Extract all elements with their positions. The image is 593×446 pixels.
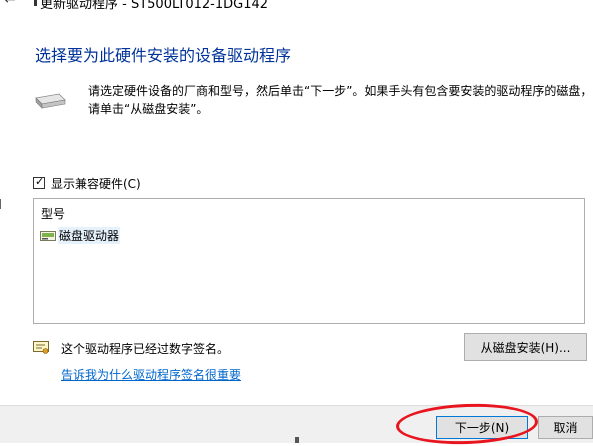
window-title: 更新驱动程序 - ST500LT012-1DG142 bbox=[40, 0, 269, 10]
device-icon bbox=[34, 0, 37, 6]
disk-drive-icon bbox=[35, 93, 66, 109]
certificate-icon bbox=[33, 341, 49, 354]
title-bar: ← 更新驱动程序 - ST500LT012-1DG142 bbox=[0, 0, 593, 10]
compatible-hardware-checkbox[interactable]: ✓ bbox=[33, 175, 45, 189]
page-heading: 选择要为此硬件安装的设备驱动程序 bbox=[35, 46, 292, 65]
footer-mark bbox=[295, 437, 299, 443]
signing-info-link[interactable]: 告诉我为什么驱动程序签名很重要 bbox=[61, 366, 241, 383]
model-listbox[interactable]: 型号 磁盘驱动器 bbox=[33, 198, 585, 324]
instruction-line-1: 请选定硬件设备的厂商和型号，然后单击“下一步”。如果手头有包含要安装的驱动程序的… bbox=[88, 84, 593, 98]
compatible-hardware-option[interactable]: ✓ 显示兼容硬件(C) bbox=[33, 175, 141, 191]
disk-drive-item-icon bbox=[40, 230, 56, 241]
cancel-button[interactable]: 取消 bbox=[538, 416, 593, 439]
dialog-footer: 下一步(N) 取消 bbox=[0, 405, 593, 443]
signature-status-text: 这个驱动程序已经过数字签名。 bbox=[61, 342, 230, 356]
have-disk-button[interactable]: 从磁盘安装(H)... bbox=[464, 333, 587, 361]
list-item[interactable]: 磁盘驱动器 bbox=[40, 227, 121, 244]
model-column-header: 型号 bbox=[41, 207, 66, 221]
back-arrow-icon[interactable]: ← bbox=[4, 0, 16, 8]
checkmark-icon: ✓ bbox=[35, 175, 45, 188]
instruction-line-2: 请单击“从磁盘安装”。 bbox=[88, 102, 209, 116]
next-button[interactable]: 下一步(N) bbox=[436, 416, 528, 439]
compatible-hardware-label[interactable]: 显示兼容硬件(C) bbox=[51, 175, 141, 192]
left-edge-mark bbox=[0, 199, 4, 209]
model-item-label[interactable]: 磁盘驱动器 bbox=[58, 227, 121, 244]
